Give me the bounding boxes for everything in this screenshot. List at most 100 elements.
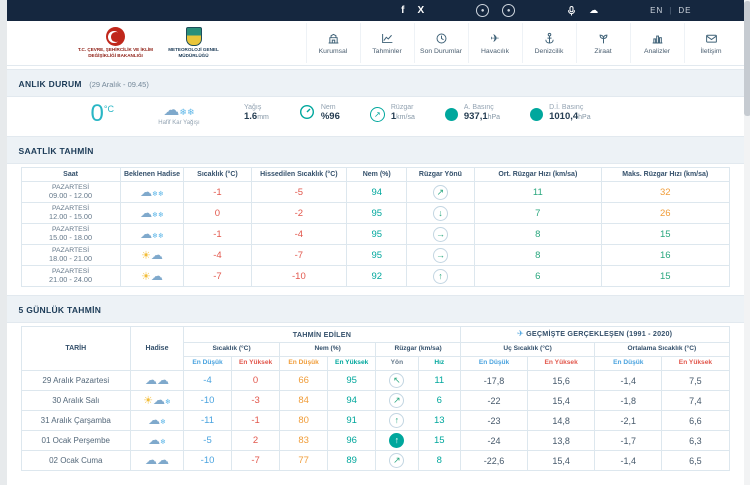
current-conditions: 0 °C ☁❄❄ Hafif Kar Yağışı Yağış 1.6mm Ne… xyxy=(7,97,744,133)
weather-icon: ☁❄ xyxy=(130,410,184,432)
lbl-en-dusuk: En Düşük xyxy=(279,356,329,372)
row-time: 15.00 - 18.00 xyxy=(49,233,93,243)
weather-icon: ☁☁ xyxy=(130,370,184,392)
snow-cloud-icon: ☁❄❄ xyxy=(163,101,195,119)
lbl-en-dusuk: En Düşük xyxy=(459,356,529,372)
wind-direction-icon: ↗ xyxy=(432,184,448,200)
wind-speed-cell: 13 xyxy=(417,410,461,432)
wind-direction-cell: → xyxy=(406,244,475,267)
row-time: 18.00 - 21.00 xyxy=(49,254,93,264)
lang-divider: | xyxy=(669,6,673,15)
nav-item-analizler[interactable]: Analizler xyxy=(629,23,684,63)
humidity-min-cell: 84 xyxy=(279,390,329,412)
row-time: 21.00 - 24.00 xyxy=(49,275,93,285)
section-anlik-durum: ANLIK DURUM (29 Aralık - 09.45) xyxy=(6,69,744,97)
avg-max-cell: 7,4 xyxy=(661,390,730,412)
wind-direction-cell: ↖ xyxy=(375,370,419,392)
weather-icon: ☁❄❄ xyxy=(119,202,185,225)
wind-direction-cell: ↑ xyxy=(406,265,475,288)
building-icon xyxy=(327,32,340,45)
daily-header-group-row: TARİH Hadise TAHMİN EDİLEN ✈ GEÇMİŞTE GER… xyxy=(20,326,730,372)
app-badge-icon[interactable]: ● xyxy=(502,4,516,17)
humidity-label: Nem xyxy=(320,104,336,112)
lang-en[interactable]: EN xyxy=(650,6,663,15)
temp-min-cell: -5 xyxy=(182,430,233,452)
humidity-cell: 95 xyxy=(346,223,408,246)
nav-item-iletisim[interactable]: İletişim xyxy=(683,23,738,63)
humidity-min-cell: 83 xyxy=(279,430,329,452)
max-wind-cell: 15 xyxy=(601,223,730,246)
humidity-item: Nem %96 xyxy=(299,104,340,125)
mgm-shield-icon xyxy=(185,27,202,47)
nav-item-kurumsal[interactable]: Kurumsal xyxy=(305,23,360,63)
sea-level-pressure-value: 1010,4 xyxy=(549,111,579,123)
lbl-en-yuksek: En Yüksek xyxy=(327,356,377,372)
twitter-x-icon[interactable]: X xyxy=(418,5,425,16)
avg-wind-cell: 11 xyxy=(473,181,603,204)
sub-uc-sicaklik: Uç Sıcaklık (°C) xyxy=(459,342,596,358)
scrollbar[interactable] xyxy=(743,0,750,485)
temp-unit: °C xyxy=(103,104,114,114)
main-nav: Kurumsal Tahminler Son Durumlar ✈ Havacı… xyxy=(305,23,738,63)
mgm-logo[interactable]: METEOROLOJİ GENEL MÜDÜRLÜĞÜ xyxy=(155,27,233,58)
daily-row: 29 Aralık Pazartesi ☁☁ -4 0 66 95 ↖ 11 -… xyxy=(20,370,730,392)
lbl-en-dusuk: En Düşük xyxy=(182,356,233,372)
extreme-min-cell: -24 xyxy=(459,430,529,452)
nav-item-ziraat[interactable]: Ziraat xyxy=(575,23,630,63)
condition-label: Hafif Kar Yağışı xyxy=(158,119,200,126)
ministry-logo[interactable]: T.C. ÇEVRE, ŞEHİRCİLİK VE İKLİM DEĞİŞİKL… xyxy=(77,27,155,58)
col-tarih: TARİH xyxy=(20,326,132,372)
mobile-app-icon[interactable]: ● xyxy=(476,4,490,17)
col-nem: Nem (%) xyxy=(346,166,408,183)
weather-cloud-icon[interactable]: ☁ xyxy=(589,6,598,15)
weather-icon: ☁❄❄ xyxy=(119,223,185,246)
lbl-en-yuksek: En Yüksek xyxy=(231,356,281,372)
nav-label: Havacılık xyxy=(481,47,509,55)
wind-direction-cell: ↗ xyxy=(406,181,475,204)
sea-level-pressure-label: D.İ. Basınç xyxy=(549,104,584,112)
extreme-min-cell: -22,6 xyxy=(459,450,529,472)
actual-pressure-value: 937,1 xyxy=(463,111,488,123)
wind-direction-cell: ↗ xyxy=(375,450,419,472)
lang-de[interactable]: DE xyxy=(678,6,691,15)
col-maks-hiz: Maks. Rüzgar Hızı (km/sa) xyxy=(601,166,730,183)
col-sicaklik: Sıcaklık (°C) xyxy=(183,166,252,183)
temp-max-cell: 2 xyxy=(231,430,281,452)
temp-cell: -7 xyxy=(183,265,252,288)
nav-label: İletişim xyxy=(700,47,722,55)
wind-direction-icon: → xyxy=(432,247,448,263)
current-condition: ☁❄❄ Hafif Kar Yağışı xyxy=(144,101,214,126)
avg-max-cell: 6,5 xyxy=(661,450,730,472)
humidity-cell: 95 xyxy=(346,244,408,267)
lbl-en-yuksek: En Yüksek xyxy=(527,356,596,372)
nav-item-denizcilik[interactable]: Denizcilik xyxy=(521,23,576,63)
precipitation-value: 1.6 xyxy=(243,111,258,123)
temp-min-cell: -10 xyxy=(182,450,233,472)
max-wind-cell: 26 xyxy=(601,202,730,225)
sub-ruzgar: Rüzgar (km/sa) xyxy=(375,342,461,358)
row-day: PAZARTESİ xyxy=(51,184,90,192)
wind-direction-icon: ↗ xyxy=(389,453,405,469)
humidity-max-cell: 91 xyxy=(327,410,377,432)
nav-item-havacilik[interactable]: ✈ Havacılık xyxy=(467,23,522,63)
nav-item-son-durumlar[interactable]: Son Durumlar xyxy=(413,23,468,63)
avg-max-cell: 6,3 xyxy=(661,430,730,452)
plant-icon xyxy=(597,32,610,45)
facebook-icon[interactable]: f xyxy=(401,5,404,16)
humidity-max-cell: 96 xyxy=(327,430,377,452)
weather-icon: ☁❄ xyxy=(130,430,184,452)
nav-label: Denizcilik xyxy=(534,47,564,55)
daily-row: 30 Aralık Salı ☀☁❄ -10 -3 84 94 ↗ 6 -22 … xyxy=(20,390,730,412)
scrollbar-thumb[interactable] xyxy=(743,1,750,116)
hourly-header-row: Saat Beklenen Hadise Sıcaklık (°C) Hisse… xyxy=(20,166,730,183)
line-chart-icon xyxy=(381,32,394,45)
actual-pressure-unit: hPa xyxy=(487,114,501,122)
col-hissedilen: Hissedilen Sıcaklık (°C) xyxy=(250,166,348,183)
max-wind-cell: 32 xyxy=(601,181,730,204)
humidity-max-cell: 89 xyxy=(327,450,377,472)
nav-label: Tahminler xyxy=(372,47,402,55)
microphone-icon[interactable] xyxy=(567,5,576,17)
humidity-cell: 92 xyxy=(346,265,408,288)
wind-speed-cell: 11 xyxy=(417,370,461,392)
nav-item-tahminler[interactable]: Tahminler xyxy=(359,23,414,63)
